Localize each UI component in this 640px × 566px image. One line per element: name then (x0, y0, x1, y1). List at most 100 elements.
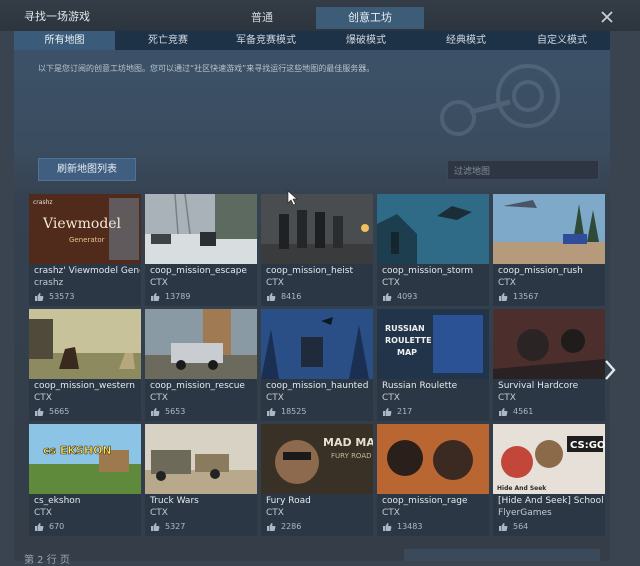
map-card[interactable]: coop_mission_heist CTX 8416 (261, 194, 373, 306)
map-card[interactable]: RUSSIAN ROULETTE MAP Russian Roulette CT… (377, 309, 489, 421)
map-title: coop_mission_rush (498, 266, 583, 276)
map-card[interactable]: coop_mission_haunted CTX 18525 (261, 309, 373, 421)
map-thumbnail (493, 194, 605, 264)
map-thumbnail (29, 309, 141, 379)
map-likes: 4093 (397, 292, 418, 301)
svg-text:ROULETTE: ROULETTE (385, 336, 432, 345)
map-category-tabs: 所有地图 死亡竞赛 军备竞赛模式 爆破模式 经典模式 自定义模式 (14, 31, 610, 50)
thumb-subtitle: Generator (69, 236, 105, 244)
map-card[interactable]: coop_mission_rage CTX 13483 (377, 424, 489, 536)
filter-maps-input[interactable]: 过滤地图 (447, 160, 599, 180)
thumbs-up-icon (499, 293, 508, 301)
svg-text:FURY ROAD: FURY ROAD (331, 452, 372, 460)
thumbs-up-icon (383, 293, 392, 301)
map-likes: 5665 (49, 407, 70, 416)
map-title: coop_mission_haunted (266, 381, 369, 391)
map-thumbnail (377, 424, 489, 494)
map-thumbnail (261, 309, 373, 379)
map-thumbnail (145, 309, 257, 379)
next-page-arrow-icon[interactable] (604, 358, 616, 382)
map-author: CTX (266, 278, 284, 288)
map-thumbnail: cs EKSHON (29, 424, 141, 494)
map-card[interactable]: coop_mission_rescue CTX 5653 (145, 309, 257, 421)
map-author: CTX (382, 508, 400, 518)
map-likes: 4561 (513, 407, 534, 416)
map-card[interactable]: coop_mission_storm CTX 4093 (377, 194, 489, 306)
map-title: coop_mission_rage (382, 496, 468, 506)
map-title: Truck Wars (150, 496, 199, 506)
map-likes: 8416 (281, 292, 302, 301)
map-author: CTX (34, 508, 52, 518)
thumbs-up-icon (151, 293, 160, 301)
thumbs-up-icon (499, 523, 508, 531)
tab-workshop[interactable]: 创意工坊 (316, 7, 424, 29)
map-thumbnail (493, 309, 605, 379)
map-author: CTX (266, 508, 284, 518)
map-card[interactable]: coop_mission_rush CTX 13567 (493, 194, 605, 306)
map-author: FlyerGames (498, 508, 552, 518)
map-card[interactable]: Survival Hardcore CTX 4561 (493, 309, 605, 421)
sub-tab-classic[interactable]: 经典模式 (418, 31, 514, 50)
map-likes: 53573 (49, 292, 75, 301)
sub-tab-all-maps[interactable]: 所有地图 (14, 31, 115, 50)
map-likes: 5653 (165, 407, 186, 416)
map-author: CTX (34, 393, 52, 403)
map-likes: 670 (49, 522, 65, 531)
map-title: coop_mission_western (34, 381, 135, 391)
svg-text:crashz: crashz (33, 199, 53, 206)
map-author: CTX (382, 278, 400, 288)
map-likes: 13789 (165, 292, 191, 301)
thumbs-up-icon (267, 523, 276, 531)
map-card[interactable]: coop_mission_escape CTX 13789 (145, 194, 257, 306)
thumbs-up-icon (499, 408, 508, 416)
map-card[interactable]: CS:GO Hide And Seek [Hide And Seek] Scho… (493, 424, 605, 536)
map-author: CTX (498, 278, 516, 288)
workshop-description: 以下是您订阅的创意工坊地图。您可以通过“社区快速游戏”来寻找运行这些地图的最佳服… (38, 64, 375, 73)
close-icon[interactable] (599, 9, 615, 25)
map-title: coop_mission_heist (266, 266, 353, 276)
footer-action-button[interactable] (404, 549, 600, 561)
tab-normal[interactable]: 普通 (212, 7, 312, 29)
sub-tab-deathmatch[interactable]: 死亡竞赛 (118, 31, 218, 50)
steam-logo-watermark (440, 64, 560, 136)
map-title: [Hide And Seek] School #1 (498, 496, 604, 506)
map-thumbnail: MAD MAX FURY ROAD (261, 424, 373, 494)
map-title: coop_mission_escape (150, 266, 247, 276)
map-author: CTX (498, 393, 516, 403)
map-card[interactable]: cs EKSHON cs_ekshon CTX 670 (29, 424, 141, 536)
thumbs-up-icon (383, 408, 392, 416)
map-author: CTX (382, 393, 400, 403)
map-author: CTX (150, 393, 168, 403)
svg-text:Hide And Seek: Hide And Seek (497, 485, 547, 492)
map-author: crashz (34, 278, 64, 288)
thumb-title: Viewmodel (42, 216, 122, 232)
map-card[interactable]: Truck Wars CTX 5327 (145, 424, 257, 536)
thumbs-up-icon (35, 408, 44, 416)
map-card[interactable]: coop_mission_western CTX 5665 (29, 309, 141, 421)
map-thumbnail (145, 424, 257, 494)
sub-tab-demolition[interactable]: 爆破模式 (314, 31, 418, 50)
thumbs-up-icon (267, 408, 276, 416)
map-title: Survival Hardcore (498, 381, 579, 391)
refresh-map-list-button[interactable]: 刷新地图列表 (38, 158, 136, 181)
sub-tab-arms-race[interactable]: 军备竞赛模式 (218, 31, 314, 50)
thumbs-up-icon (151, 523, 160, 531)
sub-tab-custom[interactable]: 自定义模式 (514, 31, 610, 50)
mouse-cursor-icon (287, 190, 298, 206)
map-likes: 13567 (513, 292, 539, 301)
filter-placeholder: 过滤地图 (454, 167, 491, 177)
thumbs-up-icon (35, 523, 44, 531)
map-title: Fury Road (266, 496, 311, 506)
map-author: CTX (266, 393, 284, 403)
map-likes: 2286 (281, 522, 302, 531)
map-thumbnail (261, 194, 373, 264)
map-thumbnail (145, 194, 257, 264)
title-bar: 寻找一场游戏 普通 创意工坊 (0, 0, 640, 31)
map-author: CTX (150, 278, 168, 288)
map-card[interactable]: Viewmodel Generator crashz crashz' Viewm… (29, 194, 141, 306)
map-title: crashz' Viewmodel Generator (34, 266, 140, 276)
svg-text:MAP: MAP (397, 348, 417, 357)
svg-text:cs EKSHON: cs EKSHON (43, 444, 112, 457)
page-indicator: 第 2 行 页 (24, 555, 70, 566)
map-card[interactable]: MAD MAX FURY ROAD Fury Road CTX 2286 (261, 424, 373, 536)
